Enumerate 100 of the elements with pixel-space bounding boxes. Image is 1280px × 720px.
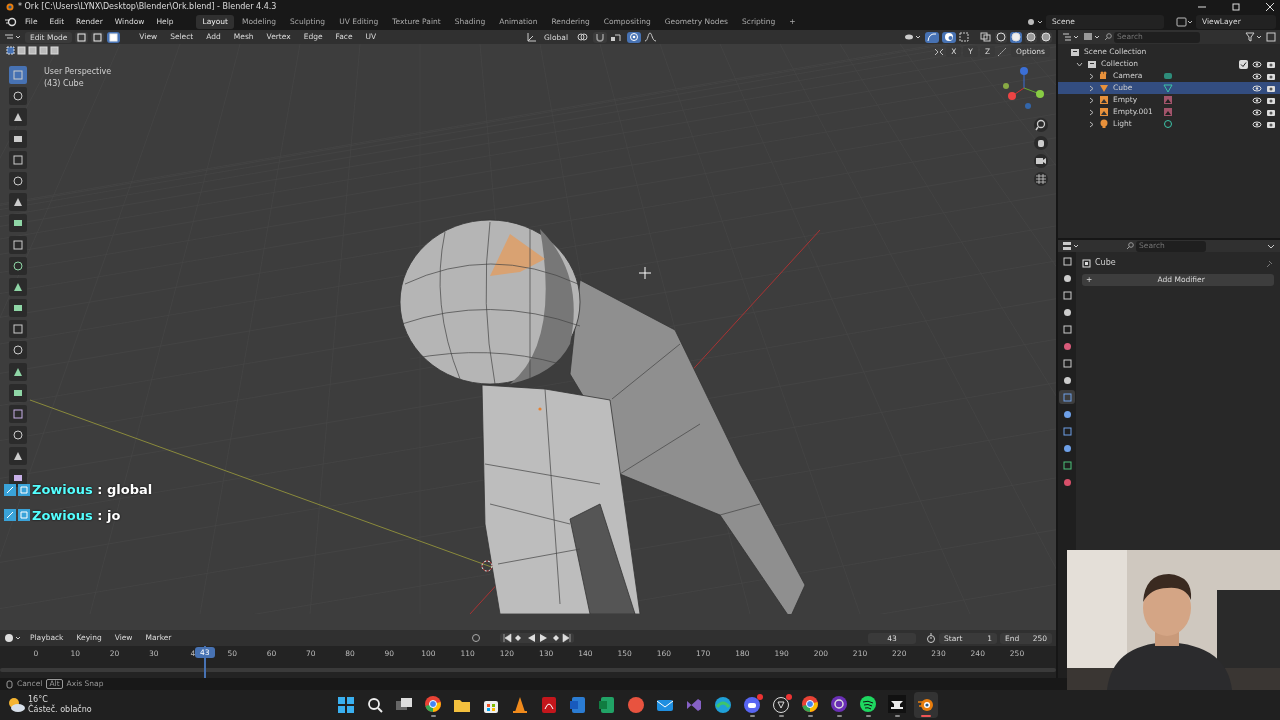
falloff-icon[interactable] xyxy=(644,32,658,42)
tool-button[interactable] xyxy=(9,256,27,275)
ring-icon xyxy=(829,693,849,714)
spreadsheet-icon xyxy=(597,695,617,715)
tool-button[interactable] xyxy=(9,129,27,148)
editor-type-icon[interactable] xyxy=(4,32,22,42)
tool-button[interactable] xyxy=(9,426,27,445)
mirror-icon[interactable] xyxy=(934,46,945,57)
eye-icon[interactable] xyxy=(1252,59,1262,69)
grid-icon[interactable] xyxy=(1035,173,1047,185)
play-reverse-icon[interactable] xyxy=(526,633,537,643)
tool-button[interactable] xyxy=(9,108,27,127)
tool-button[interactable] xyxy=(9,341,27,360)
chevron-down-icon[interactable] xyxy=(1076,60,1083,68)
tool-icon xyxy=(12,429,24,442)
filter-icon[interactable] xyxy=(1245,32,1263,42)
shading-button[interactable] xyxy=(995,31,1007,43)
pin-icon[interactable] xyxy=(1265,258,1274,268)
list-icon[interactable] xyxy=(1062,32,1080,42)
checked-checkbox-icon[interactable] xyxy=(1239,59,1248,69)
anvil-icon xyxy=(887,693,907,714)
shading-button[interactable] xyxy=(1040,31,1052,43)
tool-button[interactable] xyxy=(9,87,27,106)
tool-button[interactable] xyxy=(9,171,27,190)
windows-logo-icon xyxy=(336,695,356,715)
close-icon[interactable] xyxy=(1264,2,1276,12)
chat-badge-icon xyxy=(4,508,30,523)
collection-box-icon xyxy=(1070,47,1080,57)
light-data-icon xyxy=(1163,119,1173,129)
render-camera-icon[interactable] xyxy=(1266,119,1276,129)
tool-icon xyxy=(12,111,24,124)
overlay-toggle[interactable] xyxy=(942,31,956,43)
tool-icon xyxy=(12,450,24,463)
select-mode-button[interactable] xyxy=(75,31,89,43)
eye-icon[interactable] xyxy=(1252,83,1262,93)
image-icon xyxy=(1099,107,1109,117)
tool-button[interactable] xyxy=(9,214,27,233)
render-camera-icon[interactable] xyxy=(1266,59,1276,69)
tool-button[interactable] xyxy=(9,299,27,318)
browser-icon xyxy=(800,693,820,714)
sound-waves-icon xyxy=(858,693,878,714)
eye-icon[interactable] xyxy=(1252,95,1262,105)
tool-icon xyxy=(12,90,24,103)
jump-start-icon[interactable] xyxy=(502,633,513,643)
search-icon xyxy=(365,695,385,715)
sphere-icon xyxy=(1011,32,1021,43)
render-camera-icon[interactable] xyxy=(1266,95,1276,105)
proportional-toggle[interactable] xyxy=(627,31,641,43)
scene-icon[interactable] xyxy=(1026,17,1044,27)
object-label: (43) Cube xyxy=(44,78,85,90)
bulb-icon xyxy=(1099,119,1109,129)
camera-data-icon xyxy=(1163,71,1173,81)
arc-icon xyxy=(927,32,937,43)
editor-type-icon[interactable] xyxy=(1062,241,1080,251)
snap-target-icon[interactable] xyxy=(610,32,624,42)
taskbar-app-button[interactable] xyxy=(914,692,938,718)
render-camera-icon[interactable] xyxy=(1266,107,1276,117)
render-camera-icon[interactable] xyxy=(1266,71,1276,81)
camera-icon[interactable] xyxy=(1035,155,1047,167)
image-icon[interactable] xyxy=(1176,17,1194,27)
tool-button[interactable] xyxy=(9,193,27,212)
jump-end-icon[interactable] xyxy=(562,633,573,643)
tool-button[interactable] xyxy=(9,447,27,466)
eye-icon[interactable] xyxy=(1252,119,1262,129)
select-mode-button[interactable] xyxy=(91,31,105,43)
new-collection-icon[interactable] xyxy=(1266,32,1276,42)
tool-button[interactable] xyxy=(9,277,27,296)
render-camera-icon[interactable] xyxy=(1266,83,1276,93)
eye-icon[interactable] xyxy=(1252,107,1262,117)
pivot-icon[interactable] xyxy=(576,32,590,42)
display-mode-icon[interactable] xyxy=(1083,32,1101,42)
eye-dropdown-icon[interactable] xyxy=(904,32,922,42)
gizmo-toggle[interactable] xyxy=(925,31,939,43)
weather-text: Částeč. oblačno xyxy=(28,705,92,715)
select-mode-button[interactable] xyxy=(107,31,121,43)
object-icon xyxy=(1082,258,1091,268)
hand-icon[interactable] xyxy=(1035,137,1047,149)
clock-editor-icon[interactable] xyxy=(4,633,22,643)
stopwatch-icon[interactable] xyxy=(926,633,936,643)
tool-button[interactable] xyxy=(9,362,27,381)
crosshair-cursor-icon xyxy=(638,266,652,280)
vertex-mode-icon xyxy=(77,32,87,42)
play-icon[interactable] xyxy=(538,633,549,643)
shading-button[interactable] xyxy=(1025,31,1037,43)
taskbar-app-button[interactable] xyxy=(885,692,909,718)
tool-icon xyxy=(12,323,24,336)
record-icon[interactable] xyxy=(470,633,483,643)
edge-mode-icon xyxy=(93,32,103,42)
orientation-icon xyxy=(526,32,537,42)
tool-icon xyxy=(12,174,24,187)
pie-app-icon xyxy=(626,695,646,715)
shading-button[interactable] xyxy=(1010,31,1022,43)
word-document-icon xyxy=(568,695,588,715)
tool-button[interactable] xyxy=(9,468,27,487)
snap-toggle[interactable] xyxy=(593,31,607,43)
eye-icon[interactable] xyxy=(1252,71,1262,81)
xray-icon[interactable] xyxy=(980,32,992,42)
maximize-icon[interactable] xyxy=(1230,2,1242,12)
tool-button[interactable] xyxy=(9,383,27,402)
zoom-icon[interactable] xyxy=(1035,119,1047,131)
